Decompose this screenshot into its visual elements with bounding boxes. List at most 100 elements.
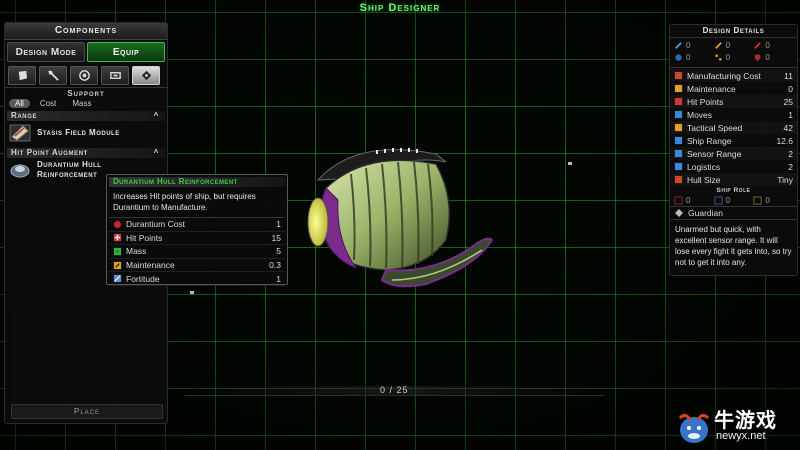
stat-value: 2 [788, 161, 793, 172]
components-header: Components [5, 23, 167, 40]
collapse-chevron-icon[interactable]: ^ [154, 111, 159, 121]
ship-model[interactable] [296, 140, 496, 300]
mass-driver-attack-value: 0 [765, 40, 770, 50]
armor-defense-icon [755, 54, 761, 61]
stat-value: 0 [788, 83, 793, 94]
stat-value: Tiny [777, 174, 793, 185]
component-category-tabs [5, 62, 167, 85]
stat-sensor-range: Sensor Range 2 [670, 147, 797, 160]
guardian-role-icon [675, 209, 683, 217]
beam-attack-stat: 0 [674, 40, 714, 50]
role-defense-icon [714, 195, 723, 205]
range-section-header[interactable]: Range ^ [7, 111, 165, 121]
tooltip-title: Durantium Hull Reinforcement [109, 177, 285, 187]
sensor-range-icon [674, 149, 683, 158]
ship-role-description: Unarmed but quick, with excellent sensor… [670, 219, 797, 272]
shield-defense-stat: 0 [674, 52, 714, 62]
stat-name: Hull Size [687, 174, 721, 185]
stat-value: 1 [788, 109, 793, 120]
stat-moves: Moves 1 [670, 108, 797, 121]
fortitude-icon [113, 275, 122, 283]
stat-value: 1 [276, 219, 281, 230]
shield-defense-icon [675, 53, 682, 61]
ship-role-title: Ship Role [716, 187, 751, 194]
stat-name: Sensor Range [687, 148, 742, 159]
stat-value: 12.6 [776, 135, 793, 146]
stat-name: Maintenance [126, 260, 175, 271]
screen-title: Ship Designer [359, 2, 441, 14]
maintenance-icon [113, 261, 122, 269]
armor-defense-stat: 0 [753, 52, 793, 62]
support-label: Support [5, 87, 167, 98]
point-defense-stat: 0 [714, 52, 754, 62]
attack-defense-summary: 0 0 0 0 0 0 [670, 38, 797, 64]
sort-all[interactable]: All [9, 98, 30, 108]
tooltip-stats: Durantium Cost 1 Hit Points 15 Mass 5 Ma… [109, 217, 285, 286]
moves-icon [674, 110, 683, 119]
durantium-hull-label: Durantium Hull Reinforcement [37, 160, 101, 180]
component-item-stasis-field[interactable]: Stasis Field Module [5, 121, 167, 145]
stat-name: Fortitude [126, 273, 160, 284]
sort-options: All Cost Mass [5, 98, 167, 108]
slot-counter: 0 / 25 [380, 385, 409, 395]
place-button[interactable]: Place [11, 404, 163, 419]
tooltip-description: Increases Hit points of ship, but requir… [113, 192, 256, 212]
support-tab-icon[interactable] [132, 66, 160, 85]
durantium-hull-label-line1: Durantium Hull [37, 160, 102, 169]
watermark-chinese-text: 牛游戏 [714, 410, 777, 432]
shield-tab-icon[interactable] [8, 66, 36, 85]
range-section-label: Range [11, 111, 38, 120]
stat-name: Manufacturing Cost [687, 70, 761, 81]
weapon-tab-icon[interactable] [39, 66, 67, 85]
durantium-hull-label-line2: Reinforcement [37, 170, 98, 179]
stat-value: 1 [276, 273, 281, 284]
sort-mass[interactable]: Mass [66, 99, 97, 108]
sort-cost[interactable]: Cost [34, 99, 62, 108]
tactical-speed-icon [674, 123, 683, 132]
tooltip-row-fortitude: Fortitude 1 [109, 272, 285, 286]
equip-button[interactable]: Equip [87, 42, 165, 62]
hit-point-augment-section-label: Hit Point Augment [11, 148, 88, 157]
beam-attack-icon [675, 41, 682, 49]
bull-logo-icon [678, 413, 710, 443]
hit-points-icon [113, 234, 122, 242]
stat-name: Hit Points [687, 96, 724, 107]
collapse-chevron-icon[interactable]: ^ [154, 148, 159, 158]
maintenance-icon [674, 84, 683, 93]
role-attack-icon [674, 195, 683, 205]
missile-attack-value: 0 [725, 40, 731, 50]
stat-hit-points: Hit Points 25 [670, 95, 797, 108]
hit-point-augment-section-header[interactable]: Hit Point Augment ^ [7, 148, 165, 158]
stat-manufacturing-cost: Manufacturing Cost 11 [670, 69, 797, 82]
hull-size-icon [674, 175, 683, 184]
stat-ship-range: Ship Range 12.6 [670, 134, 797, 147]
tooltip-row-hit-points: Hit Points 15 [109, 232, 285, 246]
role-defense-stat: 0 [714, 195, 754, 205]
ship-range-icon [674, 136, 683, 145]
stat-name: Maintenance [687, 83, 736, 94]
role-support-value: 0 [765, 195, 770, 205]
manufacturing-cost-icon [674, 71, 683, 80]
shield-defense-value: 0 [686, 52, 691, 62]
stat-value: 25 [783, 96, 793, 107]
role-attack-value: 0 [686, 195, 691, 205]
stat-value: 0.3 [269, 260, 281, 271]
stat-value: 15 [271, 232, 281, 243]
missile-attack-stat: 0 [714, 40, 754, 50]
hit-points-icon [674, 97, 683, 106]
tooltip-row-maintenance: Maintenance 0.3 [109, 259, 285, 273]
ship-role-name: Guardian [688, 208, 723, 218]
beam-attack-value: 0 [686, 40, 691, 50]
stasis-field-module-icon [9, 124, 31, 142]
role-support-icon [753, 195, 762, 205]
component-tooltip: Durantium Hull Reinforcement Increases H… [106, 174, 288, 286]
stat-value: 42 [783, 122, 793, 133]
design-mode-button[interactable]: Design Mode [7, 42, 85, 62]
tooltip-row-mass: Mass 5 [109, 245, 285, 259]
watermark-url: newyx.net [716, 430, 766, 442]
durantium-hull-reinforcement-icon [10, 164, 30, 178]
engine-tab-icon[interactable] [70, 66, 98, 85]
stat-name: Logistics [687, 161, 721, 172]
module-tab-icon[interactable] [101, 66, 129, 85]
site-watermark: 牛游戏 newyx.net [676, 404, 798, 448]
